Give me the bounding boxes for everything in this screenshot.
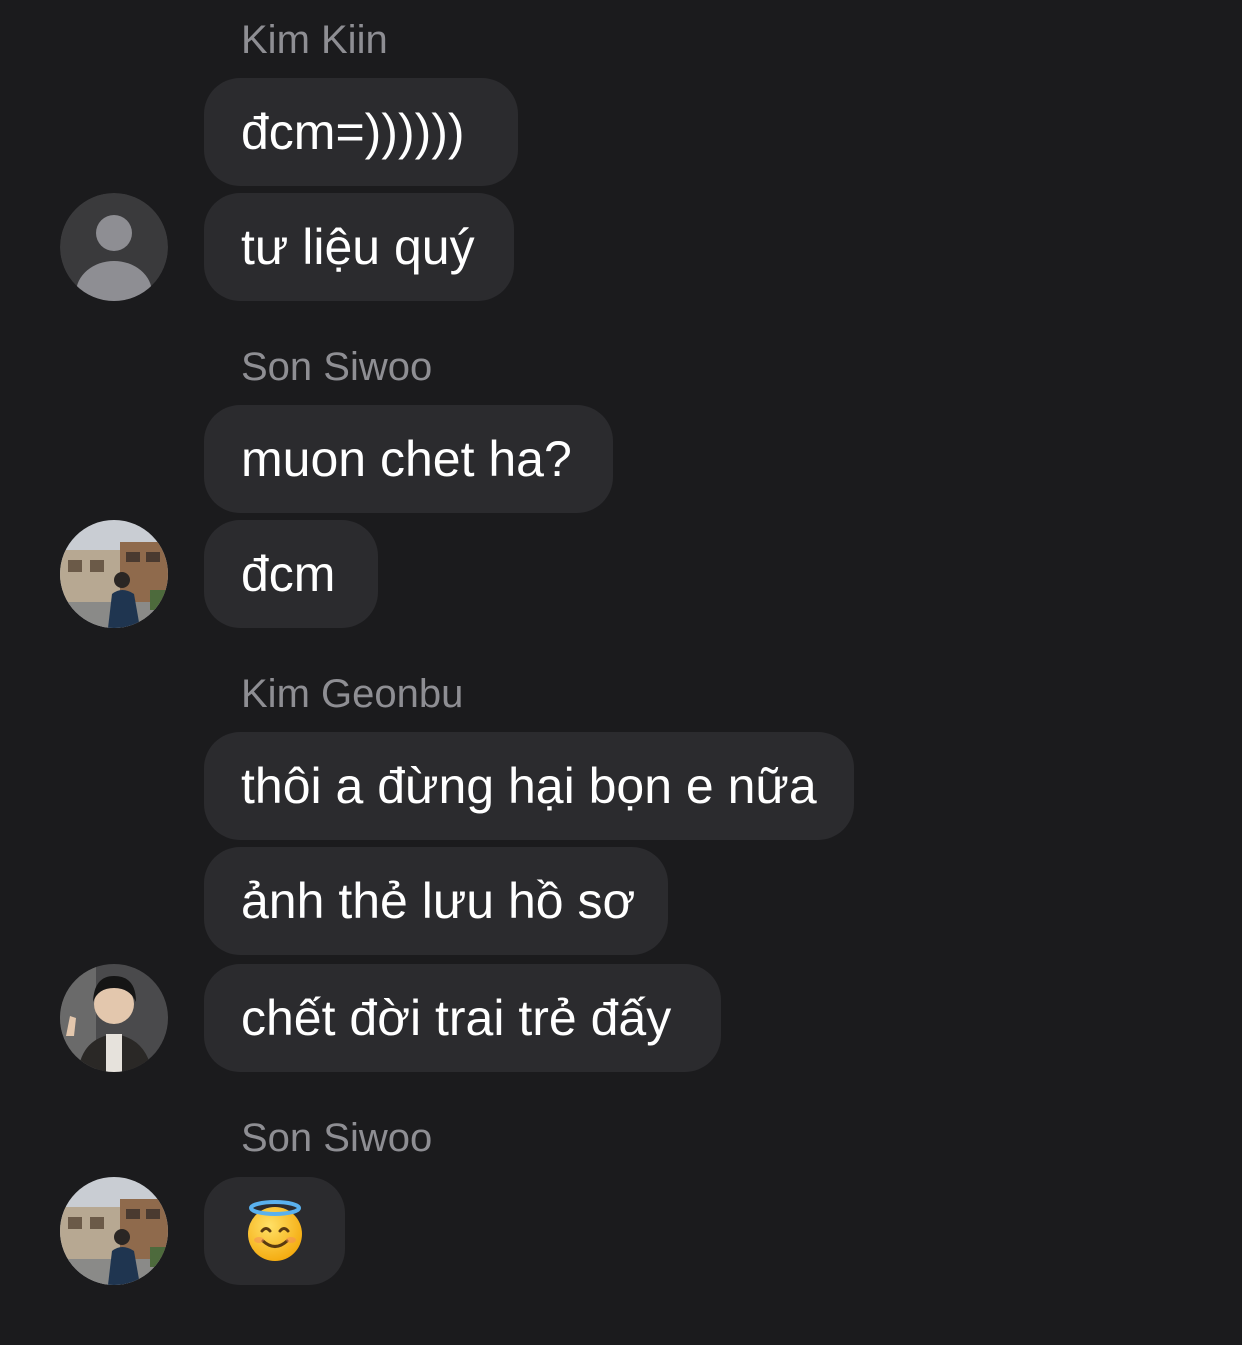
- sender-name: Son Siwoo: [241, 345, 433, 389]
- user-avatar[interactable]: [60, 520, 168, 628]
- sender-name: Son Siwoo: [241, 1116, 433, 1160]
- user-avatar[interactable]: [60, 1177, 168, 1285]
- message-bubble[interactable]: tư liệu quý: [204, 193, 514, 301]
- sender-name: Kim Kiin: [241, 18, 388, 62]
- message-bubble[interactable]: đcm=)))))): [204, 78, 518, 186]
- default-avatar-icon[interactable]: [60, 193, 168, 301]
- message-bubble[interactable]: chết đời trai trẻ đấy: [204, 964, 721, 1072]
- smiling-face-with-halo-icon: [247, 1200, 302, 1261]
- message-bubble[interactable]: [204, 1177, 345, 1285]
- sender-name: Kim Geonbu: [241, 672, 464, 716]
- message-bubble[interactable]: thôi a đừng hại bọn e nữa: [204, 732, 854, 840]
- user-avatar[interactable]: [60, 964, 168, 1072]
- message-bubble[interactable]: đcm: [204, 520, 378, 628]
- message-bubble[interactable]: muon chet ha?: [204, 405, 613, 513]
- message-bubble[interactable]: ảnh thẻ lưu hồ sơ: [204, 847, 668, 955]
